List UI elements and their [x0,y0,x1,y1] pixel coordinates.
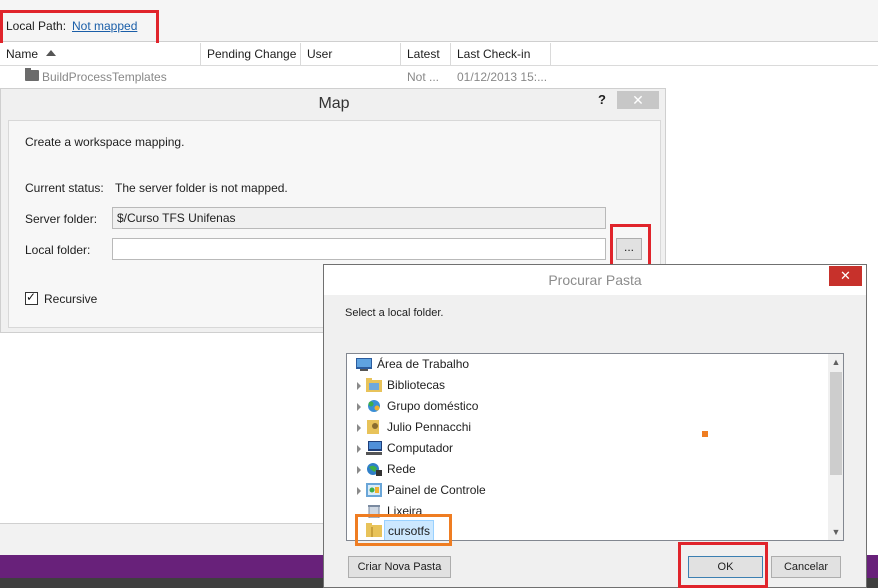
user-folder-icon [366,420,382,434]
ok-button[interactable]: OK [688,556,763,578]
tree-item-desktop[interactable]: Área de Trabalho [347,354,827,375]
homegroup-icon [366,399,382,413]
browse-instruction: Select a local folder. [345,307,444,319]
local-path-bar: Local Path: Not mapped [0,0,878,42]
cursor-marker [702,431,708,437]
tree-item-libraries[interactable]: Bibliotecas [347,375,827,396]
expand-arrow-icon[interactable] [357,382,361,390]
row-last-checkin: 01/12/2013 15:... [457,70,548,84]
table-row[interactable]: BuildProcessTemplates Not ... 01/12/2013… [0,66,878,88]
tree-item-control-panel[interactable]: Painel de Controle [347,480,827,501]
recycle-bin-icon [366,504,382,519]
browse-dialog-titlebar: Procurar Pasta ✕ [324,265,866,295]
column-header: Name Pending Change User Latest Last Che… [0,43,878,66]
expand-arrow-icon[interactable] [357,466,361,474]
expand-arrow-icon[interactable] [357,445,361,453]
tree-item-label: Julio Pennacchi [387,420,472,434]
status-strip [0,523,324,555]
tree-item-label: Lixeira [387,504,423,518]
network-icon [366,462,382,476]
scroll-thumb[interactable] [830,372,842,475]
help-button[interactable]: ? [598,92,606,107]
desktop-icon [356,357,372,371]
browse-button[interactable]: ... [616,238,642,260]
tree-item-label: Área de Trabalho [377,357,470,371]
content-area [0,333,324,523]
map-intro-text: Create a workspace mapping. [25,135,185,149]
tree-item-label: Bibliotecas [387,378,446,392]
column-last-checkin[interactable]: Last Check-in [451,43,551,66]
tree-item-recycle-bin[interactable]: Lixeira [347,501,827,522]
computer-icon [366,441,382,455]
current-status-label: Current status: [25,181,104,195]
recursive-label: Recursive [44,292,98,306]
tree-item-user[interactable]: Julio Pennacchi [347,417,827,438]
column-pending-change[interactable]: Pending Change [201,43,301,66]
browse-dialog-title: Procurar Pasta [548,272,642,288]
tree-scrollbar[interactable]: ▲ ▼ [828,354,843,540]
scroll-up-icon[interactable]: ▲ [828,354,843,370]
expand-arrow-icon[interactable] [357,424,361,432]
cancel-button[interactable]: Cancelar [771,556,841,578]
tree-item-computer[interactable]: Computador [347,438,827,459]
column-name[interactable]: Name [0,43,201,66]
tree-item-label: Grupo doméstico [387,399,479,413]
column-name-label: Name [6,47,39,61]
tree-item-label: Painel de Controle [387,483,486,497]
folder-icon [25,68,39,81]
column-latest[interactable]: Latest [401,43,451,66]
server-folder-field: $/Curso TFS Unifenas [112,207,606,229]
folder-icon [366,523,382,537]
browse-folder-dialog: Procurar Pasta ✕ Select a local folder. … [323,264,867,588]
recursive-checkbox[interactable] [25,290,38,305]
expand-arrow-icon[interactable] [357,403,361,411]
tree-item-label: Computador [387,441,454,455]
current-status-value: The server folder is not mapped. [115,181,288,195]
library-folder-icon [366,378,382,392]
folder-tree[interactable]: Área de Trabalho Bibliotecas Grupo domés… [346,353,844,541]
tree-item-label: Rede [387,462,416,476]
tree-item-network[interactable]: Rede [347,459,827,480]
control-panel-icon [366,483,382,497]
local-folder-label: Local folder: [25,243,91,257]
local-path-label: Local Path: [6,19,67,33]
sort-ascending-icon [46,50,57,56]
tree-item-label-selected: cursotfs [384,520,435,540]
map-dialog-title: Map [318,95,350,112]
map-close-button[interactable]: ✕ [617,91,659,109]
server-folder-label: Server folder: [25,212,98,226]
row-name: BuildProcessTemplates [42,70,167,84]
scroll-down-icon[interactable]: ▼ [828,524,843,540]
row-latest: Not ... [407,70,440,84]
tree-item-cursotfs[interactable]: cursotfs [347,520,827,540]
expand-arrow-icon[interactable] [357,487,361,495]
column-user[interactable]: User [301,43,401,66]
local-folder-input[interactable] [112,238,606,260]
tree-item-homegroup[interactable]: Grupo doméstico [347,396,827,417]
not-mapped-link[interactable]: Not mapped [72,19,137,33]
new-folder-button[interactable]: Criar Nova Pasta [348,556,451,578]
browse-close-button[interactable]: ✕ [829,266,862,286]
